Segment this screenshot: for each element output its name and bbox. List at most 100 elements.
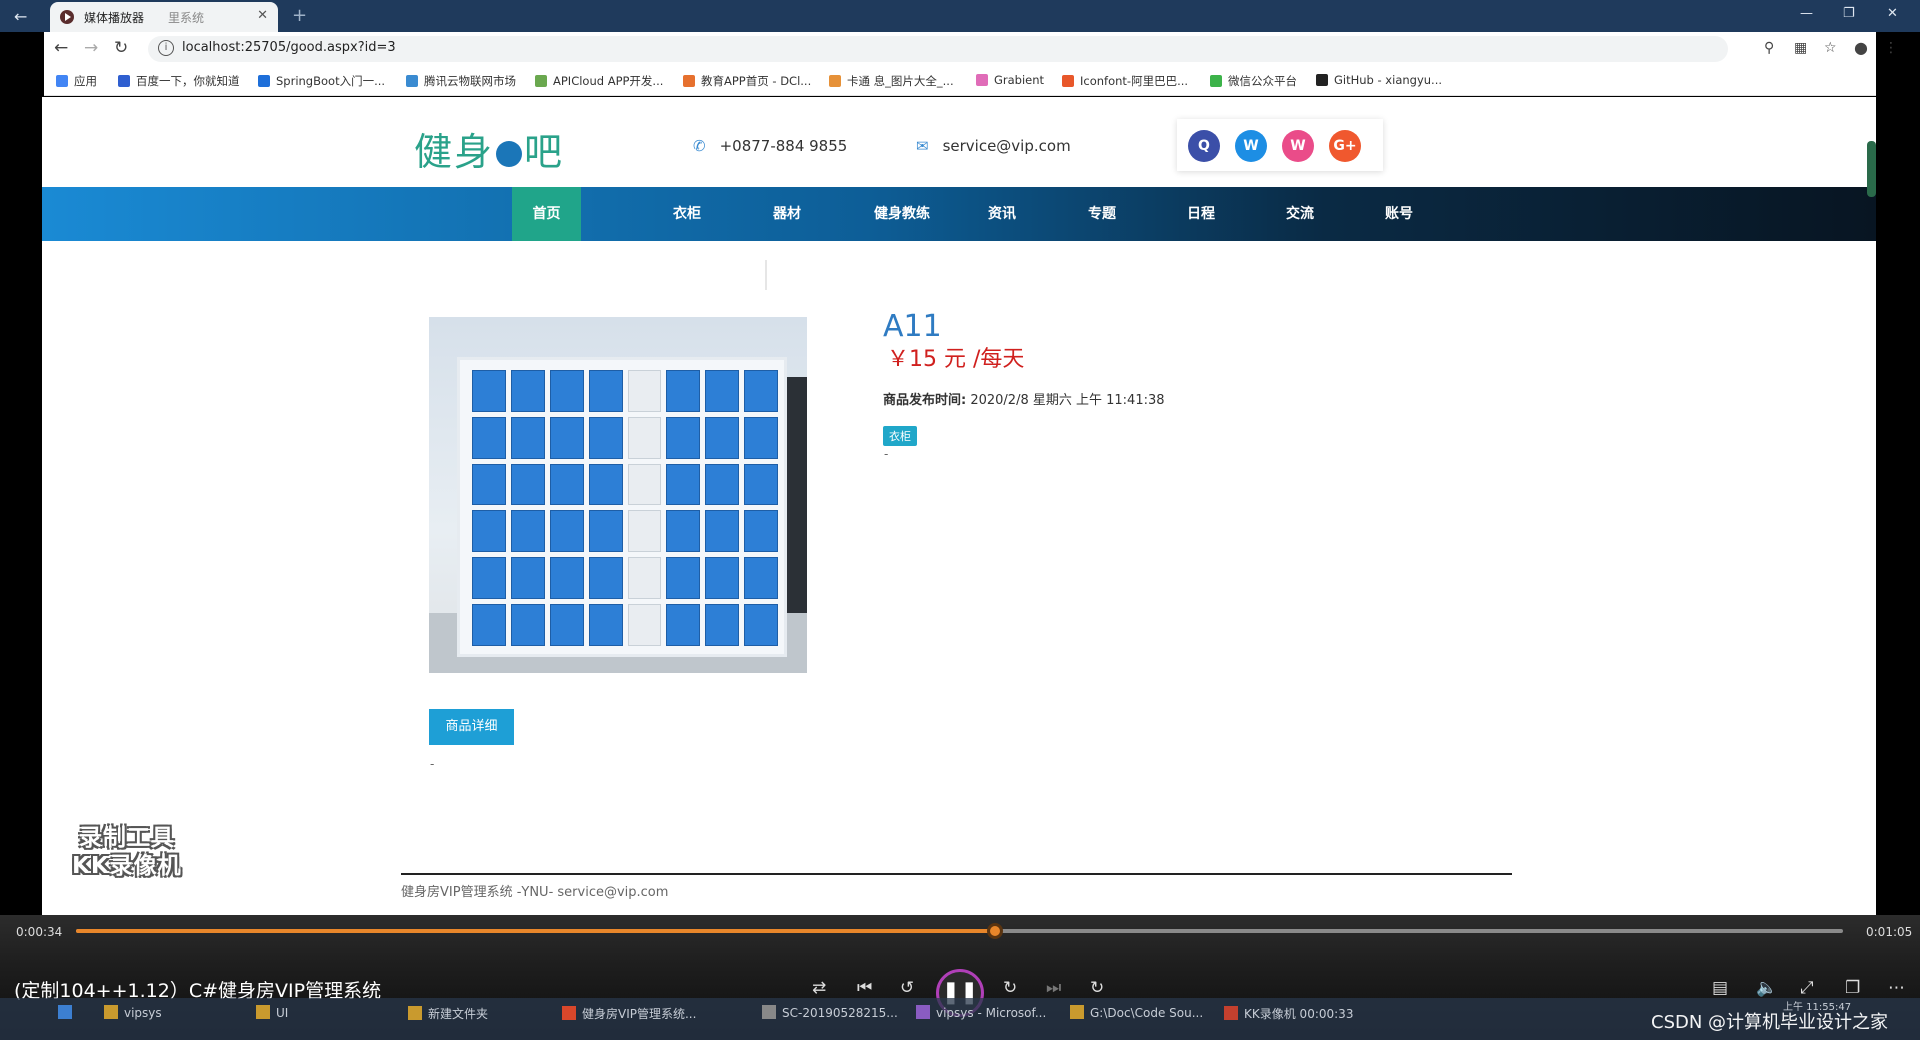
qq-icon[interactable]: Q bbox=[1188, 130, 1220, 162]
main-nav: 首页 衣柜 器材 健身教练 资讯 专题 日程 交流 账号 bbox=[42, 187, 1876, 241]
total-time: 0:01:05 bbox=[1866, 925, 1913, 939]
csdn-watermark: CSDN @计算机毕业设计之家 bbox=[1651, 1012, 1889, 1033]
apicloud-icon bbox=[535, 75, 547, 87]
product-publish-time: 商品发布时间: 2020/2/8 星期六 上午 11:41:38 bbox=[883, 393, 1165, 408]
key-icon[interactable]: ⚲ bbox=[1764, 40, 1774, 56]
wechat-icon bbox=[1210, 75, 1222, 87]
star-icon[interactable]: ☆ bbox=[1824, 40, 1837, 56]
subtitles-icon[interactable]: ▤ bbox=[1712, 978, 1728, 998]
product-title: A11 bbox=[883, 309, 942, 344]
taskbar-item[interactable]: KK录像机 00:00:33 bbox=[1224, 1005, 1353, 1022]
address-bar[interactable]: i localhost:25705/good.aspx?id=3 bbox=[148, 36, 1728, 62]
category-tag[interactable]: 衣柜 bbox=[883, 426, 917, 446]
locker-cabinet bbox=[457, 357, 787, 657]
taskbar-item[interactable]: 新建文件夹 bbox=[408, 1005, 488, 1022]
rewind-10-icon[interactable]: ↺ bbox=[900, 978, 914, 998]
nav-equipment[interactable]: 器材 bbox=[742, 187, 832, 241]
back-icon[interactable]: ← bbox=[54, 38, 68, 58]
bookmark-item[interactable]: SpringBoot入门一... bbox=[258, 73, 385, 89]
tab-title: 媒体播放器 bbox=[84, 11, 145, 25]
shuffle-icon[interactable]: ⇄ bbox=[812, 978, 826, 998]
page-scrollbar[interactable] bbox=[1867, 141, 1876, 197]
bookmark-item[interactable]: GitHub - xiangyu... bbox=[1316, 73, 1442, 87]
recorder-watermark: 录制工具 KK录像机 bbox=[72, 825, 182, 879]
minimize-icon[interactable]: — bbox=[1800, 6, 1813, 21]
nav-account[interactable]: 账号 bbox=[1354, 187, 1444, 241]
forward-30-icon[interactable]: ↻ bbox=[1003, 978, 1017, 998]
bookmark-item[interactable]: 卡通 息_图片大全_... bbox=[829, 73, 954, 89]
taskbar-item[interactable]: G:\Doc\Code Sou... bbox=[1070, 1005, 1203, 1020]
next-icon[interactable]: ⏭ bbox=[1046, 978, 1061, 998]
web-page: 健身吧 ✆ +0877-884 9855 ✉ service@vip.com Q W… bbox=[42, 97, 1876, 915]
bookmark-item[interactable]: 应用 bbox=[56, 73, 97, 89]
bookmark-icon bbox=[258, 75, 270, 87]
reload-icon[interactable]: ↻ bbox=[114, 38, 128, 58]
maximize-icon[interactable]: ❐ bbox=[1843, 6, 1855, 21]
info-icon[interactable]: i bbox=[158, 40, 174, 56]
bookmark-item[interactable]: 微信公众平台 bbox=[1210, 73, 1297, 89]
taskbar-item[interactable]: vipsys - Microsof... bbox=[916, 1005, 1046, 1020]
nav-news[interactable]: 资讯 bbox=[957, 187, 1047, 241]
logo-ball-icon bbox=[496, 141, 523, 167]
seek-bar[interactable] bbox=[76, 923, 1843, 939]
folder-icon bbox=[1070, 1005, 1084, 1019]
nav-schedule[interactable]: 日程 bbox=[1156, 187, 1246, 241]
more-icon[interactable]: ⋯ bbox=[1888, 978, 1905, 998]
phone-contact: ✆ +0877-884 9855 bbox=[693, 137, 848, 155]
detail-note: - bbox=[430, 757, 435, 771]
bookmark-item[interactable]: 百度一下，你就知道 bbox=[118, 73, 240, 89]
taskbar-item[interactable]: 健身房VIP管理系统... bbox=[562, 1005, 696, 1022]
divider bbox=[765, 260, 767, 290]
menu-icon[interactable]: ⋮ bbox=[1884, 40, 1898, 56]
bookmark-item[interactable]: 腾讯云物联网市场 bbox=[406, 73, 516, 89]
close-tab-icon[interactable]: ✕ bbox=[257, 8, 268, 23]
nav-home[interactable]: 首页 bbox=[512, 187, 581, 241]
start-icon[interactable] bbox=[58, 1005, 78, 1020]
fullscreen-icon[interactable]: ⤢ bbox=[1800, 978, 1814, 998]
github-icon bbox=[1316, 74, 1328, 86]
bookmark-item[interactable]: 教育APP首页 - DCl... bbox=[683, 73, 811, 89]
previous-icon[interactable]: ⏮ bbox=[857, 978, 872, 998]
taskbar-item[interactable]: vipsys bbox=[104, 1005, 162, 1020]
volume-icon[interactable]: 🔈 bbox=[1756, 978, 1777, 998]
cloud-icon bbox=[406, 75, 418, 87]
weibo-icon[interactable]: W bbox=[1235, 130, 1267, 162]
footer-divider bbox=[401, 873, 1512, 875]
wechat-icon[interactable]: W bbox=[1282, 130, 1314, 162]
browser-toolbar: ← → ↻ i localhost:25705/good.aspx?id=3 ⚲… bbox=[44, 32, 1898, 66]
close-window-icon[interactable]: ✕ bbox=[1887, 6, 1898, 21]
bookmark-item[interactable]: APICloud APP开发... bbox=[535, 73, 663, 89]
tab-subtitle: 里系统 bbox=[168, 11, 205, 25]
nav-topic[interactable]: 专题 bbox=[1057, 187, 1147, 241]
dcloud-icon bbox=[683, 75, 695, 87]
product-image bbox=[429, 317, 807, 673]
browser-tab[interactable]: 媒体播放器 里系统 ✕ bbox=[50, 2, 278, 32]
bookmark-item[interactable]: Grabient bbox=[976, 73, 1044, 87]
bookmark-item[interactable]: Iconfont-阿里巴巴... bbox=[1062, 73, 1188, 89]
miniplayer-icon[interactable]: ❐ bbox=[1845, 978, 1860, 998]
site-logo[interactable]: 健身吧 bbox=[414, 121, 564, 176]
account-icon[interactable]: ● bbox=[1854, 38, 1868, 57]
seek-progress bbox=[76, 929, 995, 933]
nav-wardrobe[interactable]: 衣柜 bbox=[642, 187, 732, 241]
product-detail-button[interactable]: 商品详细 bbox=[429, 709, 514, 745]
forward-icon[interactable]: → bbox=[84, 38, 98, 58]
windows-taskbar: vipsys UI 新建文件夹 健身房VIP管理系统... SC-2019052… bbox=[0, 998, 1920, 1040]
mail-icon: ✉ bbox=[916, 137, 929, 155]
repeat-icon[interactable]: ↻ bbox=[1090, 978, 1104, 998]
chrome-icon bbox=[562, 1006, 576, 1020]
google-plus-icon[interactable]: G+ bbox=[1329, 130, 1361, 162]
new-tab-icon[interactable]: + bbox=[292, 5, 307, 26]
current-time: 0:00:34 bbox=[16, 925, 63, 939]
folder-icon bbox=[104, 1005, 118, 1019]
back-arrow-icon[interactable]: ← bbox=[14, 7, 27, 26]
translate-icon[interactable]: ▦ bbox=[1794, 40, 1807, 56]
taskbar-item[interactable]: UI bbox=[256, 1005, 288, 1020]
seek-handle[interactable] bbox=[986, 923, 1003, 939]
taskbar-item[interactable]: SC-20190528215... bbox=[762, 1005, 898, 1020]
nav-coach[interactable]: 健身教练 bbox=[842, 187, 962, 241]
url-text: localhost:25705/good.aspx?id=3 bbox=[182, 40, 396, 55]
footer-text: 健身房VIP管理系统 -YNU- service@vip.com bbox=[401, 885, 669, 900]
nav-community[interactable]: 交流 bbox=[1255, 187, 1345, 241]
folder-icon bbox=[408, 1006, 422, 1020]
